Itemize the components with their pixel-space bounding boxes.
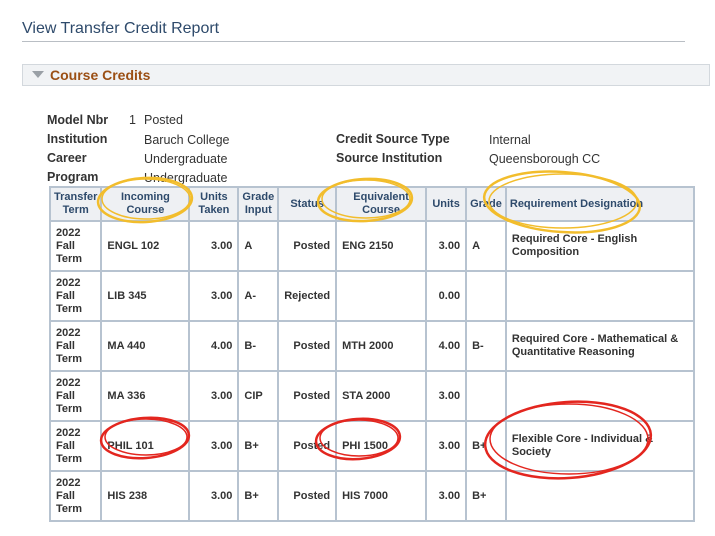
col-header-grade-input: Grade Input [237,186,280,222]
cell-requirement-designation: Required Core - English Composition [504,220,696,272]
title-divider [22,41,685,42]
cell-status: Posted [277,470,338,522]
cell-requirement-designation: Required Core - Mathematical & Quantitat… [504,320,696,372]
cell-status: Posted [277,420,338,472]
col-header-transfer-term: Transfer Term [48,186,103,222]
institution-label: Institution [47,132,108,146]
cell-units: 3.00 [425,370,468,422]
cell-incoming-course: PHIL 101 [100,420,191,472]
cell-incoming-course: MA 440 [100,320,191,372]
cell-grade: B+ [465,420,507,472]
table-row: 2022 Fall Term MA 440 4.00 B- Posted MTH 2000 4.… [48,320,696,372]
cell-grade [465,270,507,322]
cell-requirement-designation [504,370,696,422]
cell-transfer-term: 2022 Fall Term [48,420,103,472]
cell-requirement-designation [504,470,696,522]
cell-equivalent-course: HIS 7000 [335,470,428,522]
cell-status: Posted [277,220,338,272]
model-nbr-label: Model Nbr [47,113,109,127]
col-header-requirement-designation: Requirement Designation [504,186,696,222]
col-header-grade: Grade [465,186,507,222]
cell-units: 4.00 [425,320,468,372]
cell-transfer-term: 2022 Fall Term [48,470,103,522]
cell-units-taken: 3.00 [188,220,240,272]
cell-transfer-term: 2022 Fall Term [48,370,103,422]
cell-status: Posted [277,320,338,372]
col-header-status: Status [277,186,338,222]
cell-transfer-term: 2022 Fall Term [48,270,103,322]
cell-grade: A [465,220,507,272]
cell-requirement-designation: Flexible Core - Individual & Society [504,420,696,472]
cell-grade-input: B+ [237,470,280,522]
cell-units-taken: 3.00 [188,270,240,322]
cell-grade [465,370,507,422]
cell-units: 3.00 [425,470,468,522]
page-title: View Transfer Credit Report [22,20,220,37]
table-row: 2022 Fall Term ENGL 102 3.00 A Posted ENG 2150 3… [48,220,696,272]
cell-equivalent-course: ENG 2150 [335,220,428,272]
cell-units: 0.00 [425,270,468,322]
model-status: Posted [144,113,183,127]
cell-units-taken: 4.00 [188,320,240,372]
career-label: Career [47,151,87,165]
cell-grade: B- [465,320,507,372]
table-row: 2022 Fall Term LIB 345 3.00 A- Rejected 0.00 [48,270,696,322]
program-label: Program [47,170,99,184]
cell-units: 3.00 [425,220,468,272]
career-value: Undergraduate [144,152,228,166]
course-credits-table: Transfer Term Incoming Course Units Take… [48,186,696,522]
cell-requirement-designation [504,270,696,322]
credit-source-type-label: Credit Source Type [336,132,450,146]
cell-grade-input: A- [237,270,280,322]
col-header-equivalent-course: Equivalent Course [335,186,428,222]
cell-status: Posted [277,370,338,422]
col-header-units-taken: Units Taken [188,186,240,222]
cell-transfer-term: 2022 Fall Term [48,320,103,372]
cell-units: 3.00 [425,420,468,472]
collapse-triangle-icon[interactable] [32,71,44,78]
cell-grade-input: A [237,220,280,272]
cell-equivalent-course: MTH 2000 [335,320,428,372]
table-row: 2022 Fall Term PHIL 101 3.00 B+ Posted PHI 1500… [48,420,696,472]
cell-equivalent-course: STA 2000 [335,370,428,422]
credit-source-type-value: Internal [489,133,531,147]
table-row: 2022 Fall Term HIS 238 3.00 B+ Posted HIS 7000 3… [48,470,696,522]
table-header-row: Transfer Term Incoming Course Units Take… [48,186,696,222]
cell-units-taken: 3.00 [188,370,240,422]
section-label: Course Credits [50,67,151,83]
cell-incoming-course: ENGL 102 [100,220,191,272]
model-nbr-value: 1 [129,113,136,127]
cell-equivalent-course: PHI 1500 [335,420,428,472]
program-value: Undergraduate [144,171,228,185]
cell-grade-input: CIP [237,370,280,422]
cell-grade: B+ [465,470,507,522]
cell-status: Rejected [277,270,338,322]
institution-value: Baruch College [144,133,230,147]
cell-equivalent-course [335,270,428,322]
cell-incoming-course: HIS 238 [100,470,191,522]
cell-units-taken: 3.00 [188,420,240,472]
col-header-incoming-course: Incoming Course [100,186,191,222]
model-nbr-row: Model Nbr 1 Posted [47,113,183,127]
col-header-units: Units [425,186,468,222]
cell-transfer-term: 2022 Fall Term [48,220,103,272]
cell-incoming-course: LIB 345 [100,270,191,322]
cell-grade-input: B+ [237,420,280,472]
source-institution-label: Source Institution [336,151,443,165]
table-row: 2022 Fall Term MA 336 3.00 CIP Posted STA 2000 3… [48,370,696,422]
cell-grade-input: B- [237,320,280,372]
course-credits-section-header[interactable]: Course Credits [22,64,710,86]
cell-units-taken: 3.00 [188,470,240,522]
cell-incoming-course: MA 336 [100,370,191,422]
source-institution-value: Queensborough CC [489,152,601,166]
